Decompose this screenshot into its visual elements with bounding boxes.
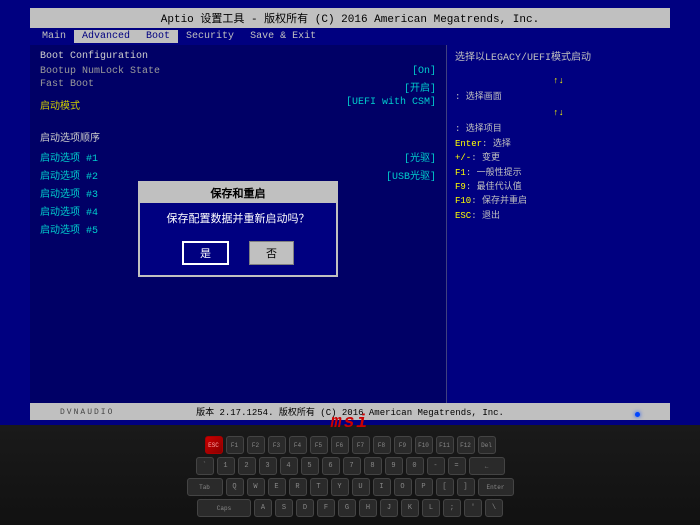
key-f5[interactable]: F5 <box>310 436 328 454</box>
key-i[interactable]: I <box>373 478 391 496</box>
screen-bezel: Aptio 设置工具 - 版权所有 (C) 2016 American Mega… <box>30 8 670 420</box>
key-esc[interactable]: ESC <box>205 436 223 454</box>
title-text: Aptio 设置工具 - 版权所有 (C) 2016 American Mega… <box>161 14 539 26</box>
key-f10[interactable]: F10 <box>415 436 433 454</box>
key-enter[interactable]: Enter <box>478 478 514 496</box>
dialog-buttons: 是 否 <box>152 241 324 265</box>
key-s[interactable]: S <box>275 499 293 517</box>
key-lbracket[interactable]: [ <box>436 478 454 496</box>
key-q[interactable]: Q <box>226 478 244 496</box>
key-f12[interactable]: F12 <box>457 436 475 454</box>
key-e[interactable]: E <box>268 478 286 496</box>
key-help-plusminus: +/-: 变更 <box>455 151 662 165</box>
key-t[interactable]: T <box>310 478 328 496</box>
key-help-f10: F10: 保存并重启 <box>455 194 662 208</box>
key-0[interactable]: 0 <box>406 457 424 475</box>
key-8[interactable]: 8 <box>364 457 382 475</box>
main-content: Boot Configuration Bootup NumLock State … <box>30 45 670 413</box>
key-backspace[interactable]: ← <box>469 457 505 475</box>
dialog-title: 保存和重启 <box>140 183 336 203</box>
key-a[interactable]: A <box>254 499 272 517</box>
key-help: ↑↓: 选择画面 ↑↓: 选择项目 Enter: 选择 +/-: 变更 F1: … <box>455 72 662 223</box>
keyboard: ESC F1 F2 F3 F4 F5 F6 F7 F8 F9 F10 F11 F… <box>30 436 670 520</box>
menu-item-advanced[interactable]: Advanced <box>74 30 138 43</box>
key-help-arrows: ↑↓: 选择画面 <box>455 72 662 104</box>
menu-bar: Main Advanced Boot Security Save & Exit <box>30 28 670 45</box>
keyboard-row-4: Caps A S D F G H J K L ; ' \ <box>30 499 670 517</box>
key-help-f9: F9: 最佳代认值 <box>455 180 662 194</box>
key-f4[interactable]: F4 <box>289 436 307 454</box>
key-p[interactable]: P <box>415 478 433 496</box>
key-semi[interactable]: ; <box>443 499 461 517</box>
msi-logo: msi <box>331 413 369 433</box>
key-help-enter: Enter: 选择 <box>455 137 662 151</box>
dialog-message: 保存配置数据并重新启动吗？ <box>152 213 324 228</box>
key-minus[interactable]: - <box>427 457 445 475</box>
title-bar: Aptio 设置工具 - 版权所有 (C) 2016 American Mega… <box>30 8 670 28</box>
key-f8[interactable]: F8 <box>373 436 391 454</box>
key-w[interactable]: W <box>247 478 265 496</box>
key-f9[interactable]: F9 <box>394 436 412 454</box>
key-l[interactable]: L <box>422 499 440 517</box>
menu-item-main[interactable]: Main <box>34 30 74 43</box>
key-backtick[interactable]: ` <box>196 457 214 475</box>
key-backslash[interactable]: \ <box>485 499 503 517</box>
key-f[interactable]: F <box>317 499 335 517</box>
key-rbracket[interactable]: ] <box>457 478 475 496</box>
key-4[interactable]: 4 <box>280 457 298 475</box>
key-f3[interactable]: F3 <box>268 436 286 454</box>
left-panel: Boot Configuration Bootup NumLock State … <box>30 45 446 413</box>
key-f6[interactable]: F6 <box>331 436 349 454</box>
power-light <box>635 412 640 417</box>
key-help-esc: ESC: 退出 <box>455 209 662 223</box>
key-7[interactable]: 7 <box>343 457 361 475</box>
menu-item-security[interactable]: Security <box>178 30 242 43</box>
key-r[interactable]: R <box>289 478 307 496</box>
dialog-box: 保存和重启 保存配置数据并重新启动吗？ 是 否 <box>138 181 338 276</box>
key-g[interactable]: G <box>338 499 356 517</box>
help-text: 选择以LEGACY/UEFI模式启动 <box>455 51 662 66</box>
menu-item-boot[interactable]: Boot <box>138 30 178 43</box>
dialog-no-button[interactable]: 否 <box>249 241 294 265</box>
key-f11[interactable]: F11 <box>436 436 454 454</box>
screen-area: Aptio 设置工具 - 版权所有 (C) 2016 American Mega… <box>0 0 700 425</box>
menu-item-save-exit[interactable]: Save & Exit <box>242 30 324 43</box>
key-d[interactable]: D <box>296 499 314 517</box>
key-f2[interactable]: F2 <box>247 436 265 454</box>
keyboard-row-3: Tab Q W E R T Y U I O P [ ] Enter <box>30 478 670 496</box>
key-k[interactable]: K <box>401 499 419 517</box>
key-o[interactable]: O <box>394 478 412 496</box>
key-5[interactable]: 5 <box>301 457 319 475</box>
key-j[interactable]: J <box>380 499 398 517</box>
key-quote[interactable]: ' <box>464 499 482 517</box>
right-panel: 选择以LEGACY/UEFI模式启动 ↑↓: 选择画面 ↑↓: 选择项目 Ent… <box>446 45 670 413</box>
key-del[interactable]: Del <box>478 436 496 454</box>
key-caps[interactable]: Caps <box>197 499 251 517</box>
key-f1[interactable]: F1 <box>226 436 244 454</box>
keyboard-row-1: ESC F1 F2 F3 F4 F5 F6 F7 F8 F9 F10 F11 F… <box>30 436 670 454</box>
key-equals[interactable]: = <box>448 457 466 475</box>
dialog-overlay: 保存和重启 保存配置数据并重新启动吗？ 是 否 <box>30 45 446 413</box>
key-3[interactable]: 3 <box>259 457 277 475</box>
key-9[interactable]: 9 <box>385 457 403 475</box>
key-y[interactable]: Y <box>331 478 349 496</box>
dialog-yes-button[interactable]: 是 <box>182 241 229 265</box>
key-6[interactable]: 6 <box>322 457 340 475</box>
dvnaudio-label: DVNAUDIO <box>60 408 114 417</box>
key-f7[interactable]: F7 <box>352 436 370 454</box>
dialog-content: 保存配置数据并重新启动吗？ 是 否 <box>140 203 336 274</box>
key-2[interactable]: 2 <box>238 457 256 475</box>
key-tab[interactable]: Tab <box>187 478 223 496</box>
key-1[interactable]: 1 <box>217 457 235 475</box>
keyboard-area: msi ESC F1 F2 F3 F4 F5 F6 F7 F8 F9 F10 F… <box>0 425 700 525</box>
keyboard-row-2: ` 1 2 3 4 5 6 7 8 9 0 - = ← <box>30 457 670 475</box>
key-u[interactable]: U <box>352 478 370 496</box>
key-help-select: ↑↓: 选择项目 <box>455 104 662 136</box>
laptop-frame: Aptio 设置工具 - 版权所有 (C) 2016 American Mega… <box>0 0 700 525</box>
key-h[interactable]: H <box>359 499 377 517</box>
key-help-f1: F1: 一般性提示 <box>455 166 662 180</box>
